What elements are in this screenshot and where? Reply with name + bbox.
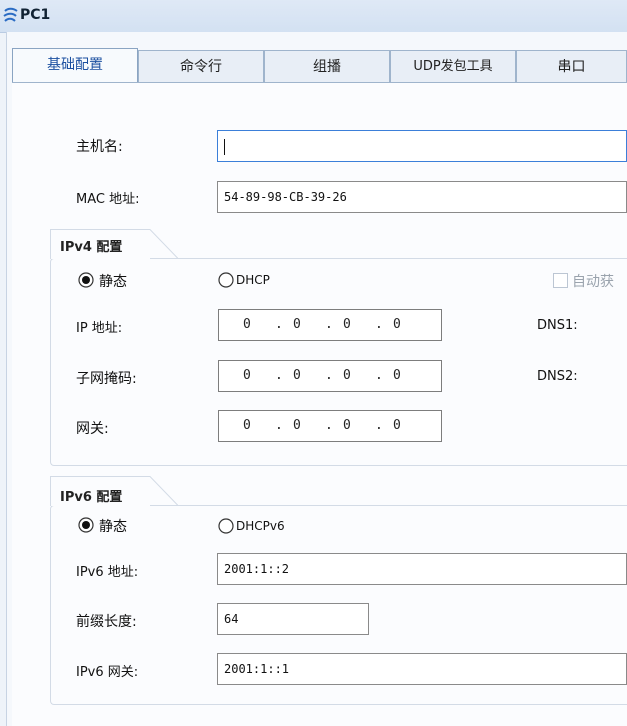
subnet-mask-label: 子网掩码: — [76, 371, 137, 387]
ipv6-gateway-label: IPv6 网关: — [76, 665, 139, 680]
ip-octet-4: 0 — [393, 317, 401, 332]
ipv4-dhcp-radio[interactable] — [218, 272, 234, 288]
ipv4-tab-slant — [148, 229, 178, 259]
prefix-length-field[interactable]: 64 — [217, 603, 369, 635]
pc-app-icon — [3, 7, 18, 22]
ip-address-label: IP 地址: — [76, 321, 123, 336]
dns2-label: DNS2: — [537, 369, 578, 384]
tab-multicast[interactable]: 组播 — [264, 50, 390, 83]
mac-label: MAC 地址: — [76, 192, 140, 207]
tab-udp-tool[interactable]: UDP发包工具 — [390, 50, 516, 83]
ipv6-dhcp-label: DHCPv6 — [236, 519, 285, 533]
ipv6-dhcp-radio[interactable] — [218, 518, 234, 534]
ipv4-static-label: 静态 — [99, 274, 127, 290]
mac-field[interactable]: 54-89-98-CB-39-26 — [217, 181, 627, 213]
ip-octet-2: 0 — [293, 317, 301, 332]
mask-octet-3: 0 — [343, 368, 351, 383]
ipv6-tab-slant — [148, 476, 178, 506]
ipv6-address-label: IPv6 地址: — [76, 565, 139, 580]
ip-octet-1: 0 — [243, 317, 251, 332]
auto-dns-checkbox[interactable] — [553, 273, 568, 288]
mask-octet-4: 0 — [393, 368, 401, 383]
window-title: PC1 — [20, 7, 51, 23]
tab-serial[interactable]: 串口 — [516, 50, 627, 83]
ip-address-field[interactable]: 0 . 0 . 0 . 0 — [218, 309, 442, 341]
tab-basic-config[interactable]: 基础配置 — [12, 48, 138, 83]
gateway-octet-3: 0 — [343, 418, 351, 433]
ipv6-gateway-field[interactable]: 2001:1::1 — [217, 653, 627, 685]
tab-command-line[interactable]: 命令行 — [138, 50, 264, 83]
ipv6-address-field[interactable]: 2001:1::2 — [217, 553, 627, 585]
ipv6-static-radio[interactable] — [78, 517, 94, 533]
hostname-label: 主机名: — [76, 139, 123, 155]
mask-octet-2: 0 — [293, 368, 301, 383]
mask-octet-1: 0 — [243, 368, 251, 383]
auto-dns-label: 自动获 — [572, 274, 614, 290]
text-caret — [224, 138, 225, 155]
hostname-input[interactable] — [217, 130, 627, 162]
gateway-label: 网关: — [76, 421, 109, 437]
ipv4-dhcp-label: DHCP — [236, 273, 270, 287]
ipv4-static-radio[interactable] — [78, 272, 94, 288]
gateway-octet-1: 0 — [243, 418, 251, 433]
ipv6-group-title: IPv6 配置 — [60, 490, 123, 505]
window-titlebar: PC1 — [0, 0, 627, 33]
gateway-octet-2: 0 — [293, 418, 301, 433]
subnet-mask-field[interactable]: 0 . 0 . 0 . 0 — [218, 360, 442, 392]
dns1-label: DNS1: — [537, 318, 578, 333]
ipv6-static-label: 静态 — [99, 519, 127, 535]
ipv4-group-title: IPv4 配置 — [60, 240, 123, 255]
gateway-field[interactable]: 0 . 0 . 0 . 0 — [218, 410, 442, 442]
prefix-length-label: 前缀长度: — [76, 614, 137, 630]
ip-octet-3: 0 — [343, 317, 351, 332]
gateway-octet-4: 0 — [393, 418, 401, 433]
